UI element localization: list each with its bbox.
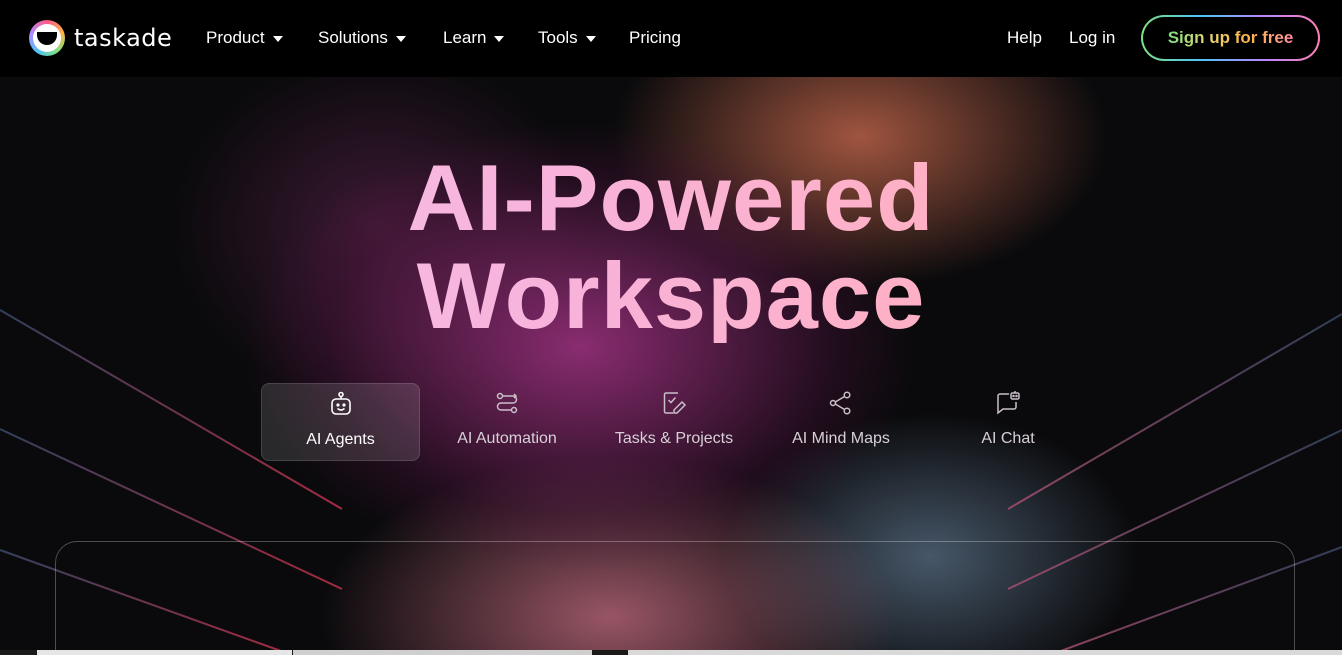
horizontal-scrollbar[interactable] <box>0 650 1342 655</box>
tab-ai-mind-maps[interactable]: AI Mind Maps <box>776 383 906 461</box>
top-navbar: taskade Product Solutions Learn Tools Pr… <box>0 0 1342 77</box>
tab-ai-chat[interactable]: AI Chat <box>951 383 1065 461</box>
tab-ai-chat-label: AI Chat <box>981 430 1035 447</box>
nav-pricing[interactable]: Pricing <box>629 28 681 48</box>
nav-product-label: Product <box>206 28 265 47</box>
tab-ai-automation-label: AI Automation <box>457 430 557 447</box>
tab-ai-agents-label: AI Agents <box>306 431 375 448</box>
tab-tasks-projects[interactable]: Tasks & Projects <box>601 383 747 461</box>
hero-section: AI-Powered Workspace AI Agents AI Automa… <box>0 77 1342 655</box>
share-nodes-icon <box>829 391 851 415</box>
chat-bot-icon <box>997 391 1020 415</box>
nav-tools[interactable]: Tools <box>538 28 596 48</box>
task-edit-icon <box>663 392 687 414</box>
nav-learn[interactable]: Learn <box>443 28 505 48</box>
nav-tools-label: Tools <box>538 28 578 47</box>
chevron-down-icon <box>585 36 596 42</box>
chevron-down-icon <box>494 36 505 42</box>
tab-tasks-projects-label: Tasks & Projects <box>614 430 734 447</box>
hero-title-line2: Workspace <box>0 249 1342 343</box>
tab-ai-mind-maps-label: AI Mind Maps <box>792 430 890 447</box>
tab-ai-agents[interactable]: AI Agents <box>261 383 420 461</box>
preview-card-frame <box>55 541 1295 655</box>
login-link[interactable]: Log in <box>1069 28 1115 48</box>
brand-name: taskade <box>74 24 173 52</box>
robot-icon <box>330 391 351 415</box>
nav-solutions[interactable]: Solutions <box>318 28 406 48</box>
tab-ai-automation[interactable]: AI Automation <box>436 383 578 461</box>
chevron-down-icon <box>272 36 283 42</box>
signup-button[interactable]: Sign up for free <box>1141 15 1320 61</box>
hero-title-line1: AI-Powered <box>0 151 1342 245</box>
nav-solutions-label: Solutions <box>318 28 388 47</box>
nav-learn-label: Learn <box>443 28 487 47</box>
taskade-logo[interactable]: taskade <box>29 20 172 56</box>
signup-button-label: Sign up for free <box>1167 28 1294 47</box>
chevron-down-icon <box>395 36 406 42</box>
help-link[interactable]: Help <box>1007 28 1042 48</box>
nav-product[interactable]: Product <box>206 28 283 48</box>
taskade-logo-icon <box>29 20 65 56</box>
nav-pricing-label: Pricing <box>629 28 681 47</box>
automation-flow-icon <box>496 392 518 414</box>
